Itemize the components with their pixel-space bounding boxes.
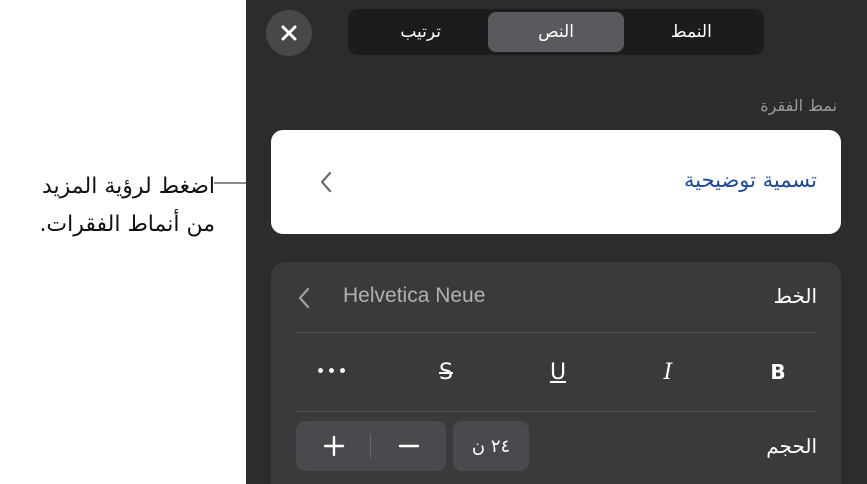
tab-text[interactable]: النص (488, 12, 624, 52)
callout-line-2: من أنماط الفقرات. (39, 212, 215, 237)
plus-icon (323, 435, 344, 457)
chevron-left-icon (320, 171, 332, 193)
size-stepper (296, 421, 446, 471)
paragraph-style-name: تسمية توضيحية (683, 168, 817, 192)
format-panel: ترتيب النص النمط نمط الفقرة تسمية توضيحي… (246, 0, 867, 484)
size-value[interactable]: ٢٤ ن (453, 421, 529, 471)
paragraph-style-button[interactable]: تسمية توضيحية (271, 130, 841, 234)
size-label: الحجم (766, 434, 817, 458)
increase-size-button[interactable] (296, 421, 371, 471)
decrease-size-button[interactable] (371, 421, 446, 471)
font-label: الخط (773, 284, 817, 308)
x-icon (281, 25, 297, 41)
font-name: Helvetica Neue (343, 284, 486, 307)
font-row[interactable]: الخط Helvetica Neue (271, 262, 841, 332)
paragraph-style-section-label: نمط الفقرة (760, 96, 837, 115)
italic-button[interactable]: I (643, 357, 693, 387)
tab-style[interactable]: النمط (624, 12, 759, 52)
callout-line-1: اضغط لرؤية المزيد (41, 174, 215, 199)
chevron-left-icon (298, 287, 310, 309)
more-styles-button[interactable]: ••• (307, 357, 357, 387)
minus-icon (398, 444, 419, 448)
callout-text: اضغط لرؤية المزيد من أنماط الفقرات. (0, 168, 215, 244)
font-settings-card: الخط Helvetica Neue ••• S U I B الحجم ٢٤… (271, 262, 841, 484)
tab-arrange[interactable]: ترتيب (353, 12, 488, 52)
bold-button[interactable]: B (753, 357, 803, 387)
size-row: الحجم ٢٤ ن (271, 412, 841, 484)
format-tabs: ترتيب النص النمط (348, 9, 764, 55)
close-button[interactable] (266, 10, 312, 56)
text-style-row: ••• S U I B (271, 333, 841, 411)
strikethrough-button[interactable]: S (421, 357, 471, 387)
underline-button[interactable]: U (533, 357, 583, 387)
